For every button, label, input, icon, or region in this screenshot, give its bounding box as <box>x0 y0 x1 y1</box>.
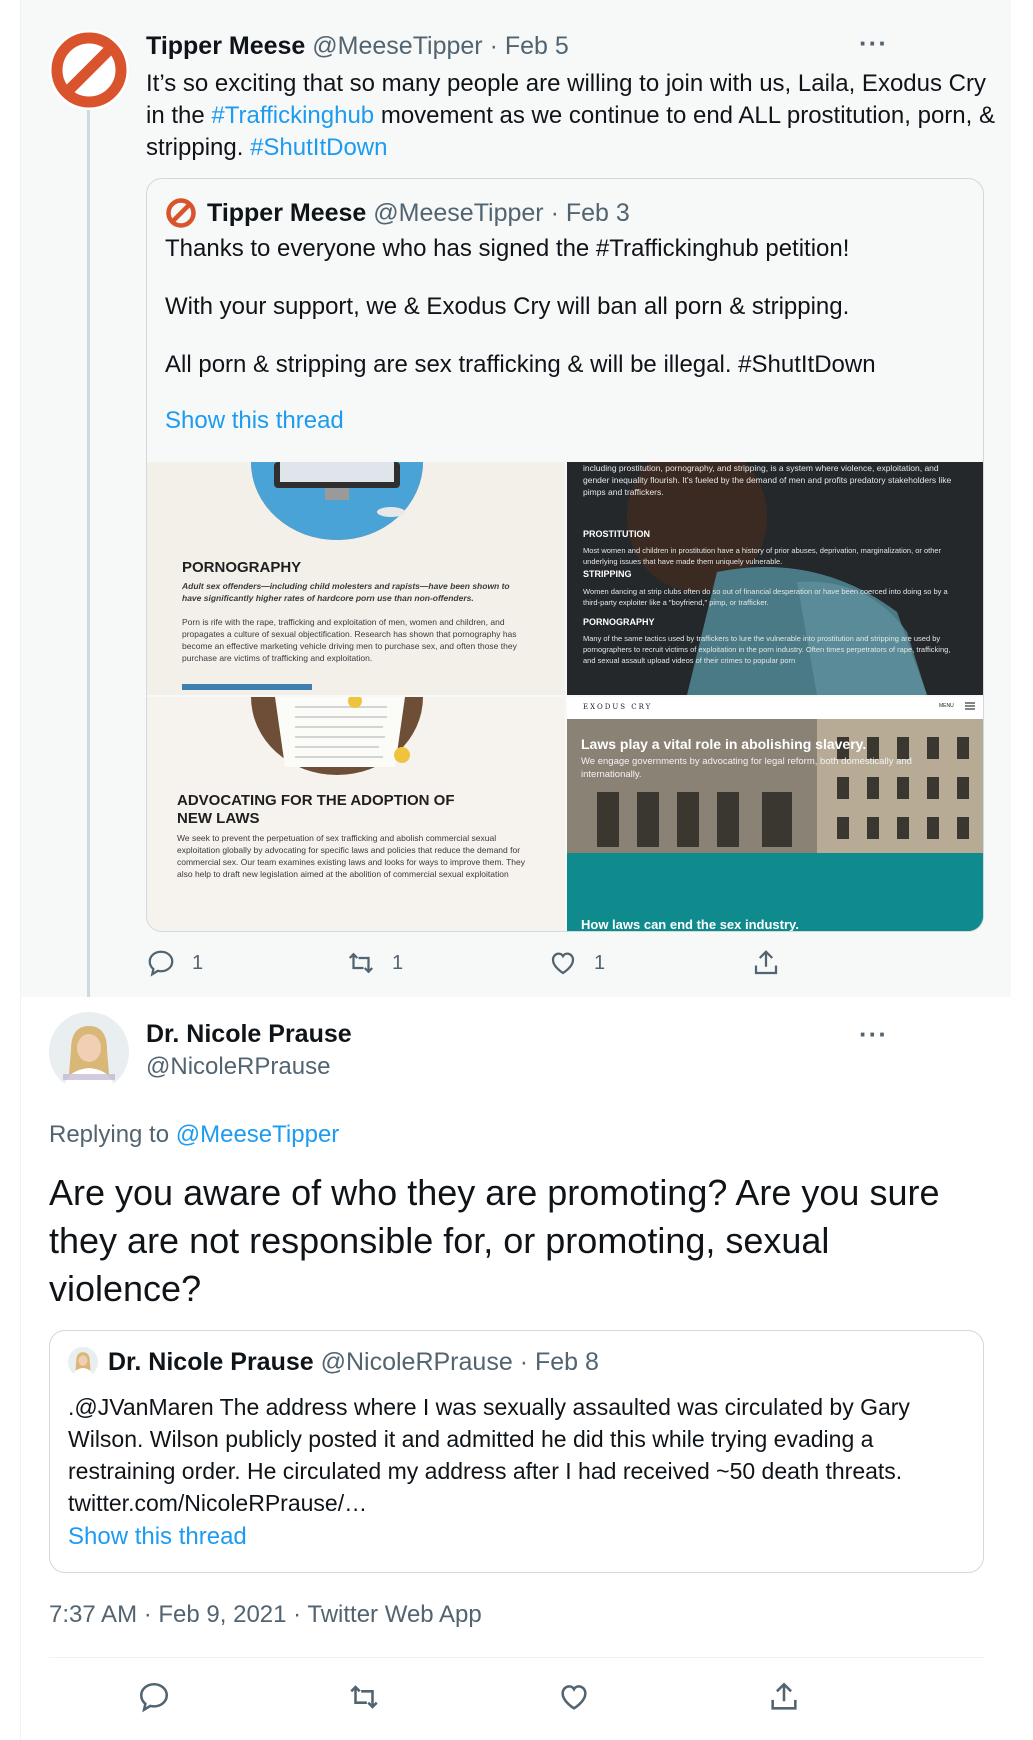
parent-tweet-header: Tipper Meese @MeeseTipper · Feb 5 <box>146 32 569 61</box>
quoted-tweet-header: Dr. Nicole Prause @NicoleRPrause · Feb 8 <box>68 1347 599 1377</box>
share-icon <box>754 950 778 975</box>
profile-photo <box>68 1347 98 1377</box>
image-footer: How laws can end the sex industry. <box>581 917 799 932</box>
image-intro-text: including prostitution, pornography, and… <box>583 463 952 497</box>
show-thread-link[interactable]: Show this thread <box>165 407 344 435</box>
replying-handle-link[interactable]: @MeeseTipper <box>176 1121 340 1148</box>
quoted-tweet-card[interactable]: Tipper Meese @MeeseTipper · Feb 3 Thanks… <box>146 178 984 932</box>
parent-tweet-text: It’s so exciting that so many people are… <box>146 68 1006 164</box>
quoted-author-handle: @MeeseTipper <box>373 198 544 227</box>
media-image-laws-slavery[interactable]: EXODUS CRY MENU Laws play a vital role i… <box>567 697 983 932</box>
share-button[interactable] <box>751 948 797 978</box>
quoted-text-line: All porn & stripping are sex trafficking… <box>165 351 876 378</box>
replying-to: Replying to @MeeseTipper <box>49 1121 339 1149</box>
like-button[interactable]: 1 <box>548 948 605 978</box>
parent-action-bar: 1 1 1 <box>146 948 866 984</box>
author-handle[interactable]: @NicoleRPrause <box>146 1053 330 1081</box>
author-name[interactable]: Dr. Nicole Prause <box>146 1020 352 1049</box>
exodus-cry-logo: EXODUS CRY <box>583 703 653 711</box>
like-icon[interactable] <box>557 1680 591 1714</box>
image-heading: PROSTITUTION <box>583 529 650 539</box>
image-title: Laws play a vital role in abolishing sla… <box>581 736 867 752</box>
retweet-icon[interactable] <box>347 1680 381 1714</box>
author-name[interactable]: Tipper Meese <box>146 32 305 60</box>
quoted-tweet-text: .@JVanMaren The address where I was sexu… <box>68 1394 910 1516</box>
image-heading: PORNOGRAPHY <box>583 617 655 627</box>
thread-connector-line <box>87 104 90 1004</box>
media-grid: PORNOGRAPHY Adult sex offenders—includin… <box>147 462 983 932</box>
media-image-advocating-laws[interactable]: ADVOCATING FOR THE ADOPTION OF NEW LAWS … <box>147 697 565 931</box>
main-tweet: Dr. Nicole Prause @NicoleRPrause ··· Rep… <box>21 997 1011 1740</box>
main-action-bar <box>49 1680 984 1720</box>
no-sign-icon <box>166 198 196 228</box>
more-icon[interactable]: ··· <box>859 28 888 59</box>
avatar[interactable] <box>49 1012 129 1092</box>
reply-button[interactable]: 1 <box>146 948 203 978</box>
like-count: 1 <box>594 951 606 974</box>
image-heading: STRIPPING <box>583 569 632 579</box>
image-heading: ADVOCATING FOR THE ADOPTION OF <box>177 792 455 809</box>
main-tweet-text: Are you aware of who they are promoting?… <box>49 1172 940 1309</box>
profile-photo <box>49 1012 129 1092</box>
image-italic-text: Adult sex offenders—including child mole… <box>182 581 510 603</box>
timeline-column: Tipper Meese @MeeseTipper · Feb 5 ··· It… <box>20 0 1011 1740</box>
image-subtitle: We engage governments by advocating for … <box>581 756 912 780</box>
reply-icon <box>148 950 174 977</box>
retweet-icon <box>348 952 374 974</box>
avatar <box>68 1347 98 1377</box>
hashtag-link[interactable]: #ShutItDown <box>250 134 387 161</box>
quoted-author-name: Tipper Meese <box>207 198 367 227</box>
quoted-author-handle: @NicoleRPrause <box>320 1347 513 1376</box>
quoted-text-line: With your support, we & Exodus Cry will … <box>165 293 850 320</box>
retweet-button[interactable]: 1 <box>346 948 403 978</box>
replying-label: Replying to <box>49 1121 176 1148</box>
quoted-text-line: Thanks to everyone who has signed the #T… <box>165 235 850 262</box>
media-image-pornography[interactable]: PORNOGRAPHY Adult sex offenders—includin… <box>147 462 565 695</box>
quoted-tweet-header: Tipper Meese @MeeseTipper · Feb 3 <box>165 197 630 229</box>
parent-tweet[interactable]: Tipper Meese @MeeseTipper · Feb 5 ··· It… <box>21 0 1011 1004</box>
hashtag-link[interactable]: #Traffickinghub <box>211 102 374 129</box>
show-thread-link[interactable]: Show this thread <box>68 1523 247 1551</box>
no-sign-icon[interactable] <box>49 30 129 110</box>
tweet-metadata[interactable]: 7:37 AM · Feb 9, 2021 · Twitter Web App <box>49 1601 482 1629</box>
divider <box>49 1657 984 1658</box>
image-body-text: Most women and children in prostitution … <box>583 546 942 566</box>
author-handle[interactable]: @MeeseTipper <box>312 32 482 60</box>
menu-label: MENU <box>939 703 954 709</box>
building-photo <box>567 697 983 931</box>
image-heading: PORNOGRAPHY <box>182 559 302 576</box>
quoted-author-name: Dr. Nicole Prause <box>108 1347 314 1376</box>
image-body-text: Porn is rife with the rape, trafficking … <box>182 617 517 663</box>
share-icon[interactable] <box>767 1680 801 1714</box>
image-heading: NEW LAWS <box>177 810 260 827</box>
quoted-tweet-card[interactable]: Dr. Nicole Prause @NicoleRPrause · Feb 8… <box>49 1330 984 1573</box>
retweet-count: 1 <box>392 951 404 974</box>
reply-count: 1 <box>192 951 204 974</box>
quoted-date: · Feb 3 <box>550 198 630 227</box>
like-icon <box>551 952 575 975</box>
tweet-date[interactable]: · Feb 5 <box>490 32 569 60</box>
more-icon[interactable]: ··· <box>859 1019 888 1050</box>
quoted-date: · Feb 8 <box>519 1347 599 1376</box>
media-image-sex-industry[interactable]: including prostitution, pornography, and… <box>567 462 983 695</box>
image-body-text: Many of the same tactics used by traffic… <box>583 634 951 665</box>
reply-icon[interactable] <box>137 1680 171 1714</box>
image-body-text: We seek to prevent the perpetuation of s… <box>177 833 526 879</box>
image-body-text: Women dancing at strip clubs often do so… <box>583 587 948 607</box>
